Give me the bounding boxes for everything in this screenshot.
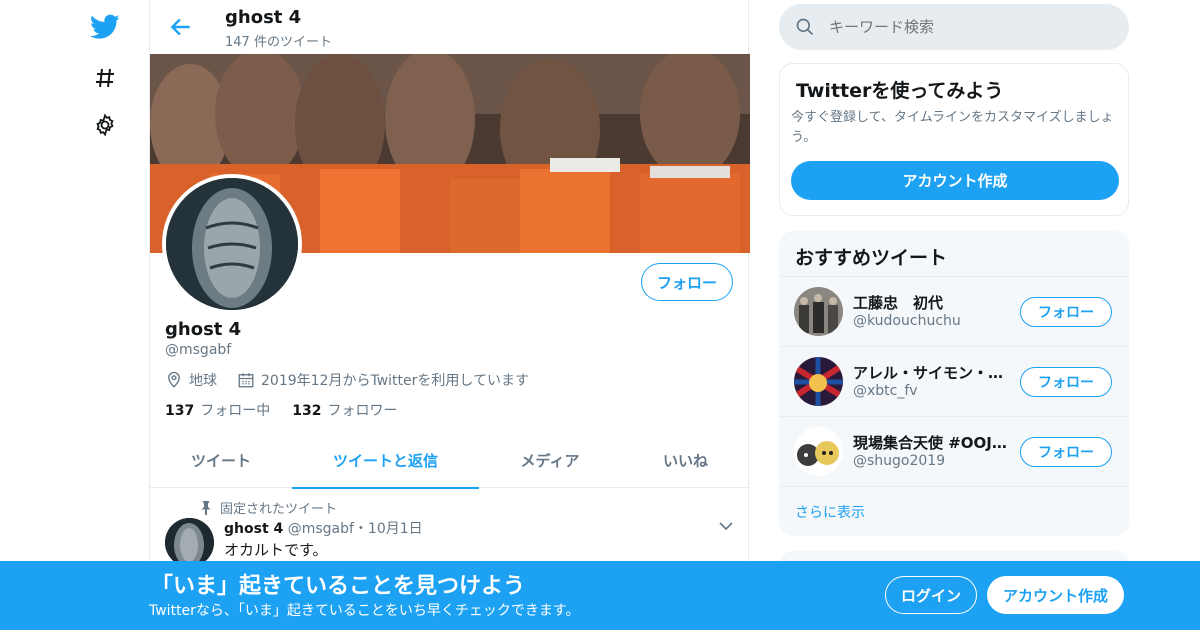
signup-banner-subtitle: Twitterなら、「いま」起きていることをいち早くチェックできます。: [149, 603, 580, 619]
pinned-label: 固定されたツイート: [220, 502, 338, 517]
profile-name: ghost 4: [165, 319, 242, 340]
following-count: 137: [165, 403, 195, 419]
back-arrow-icon[interactable]: [168, 14, 194, 40]
signup-banner: 「いま」起きていることを見つけよう Twitterなら、「いま」起きていることを…: [0, 561, 1200, 630]
profile-location: 地球: [189, 373, 217, 389]
hashtag-icon[interactable]: [90, 63, 120, 93]
tweet-author-avatar[interactable]: [165, 518, 214, 567]
list-item[interactable]: アレル・サイモン・ホワイト @xbtc_fv フォロー: [779, 346, 1129, 416]
profile-joined: 2019年12月からTwitterを利用しています: [261, 373, 529, 389]
recommended-handle: @xbtc_fv: [853, 383, 918, 399]
search-icon: [795, 17, 815, 37]
recommended-title: おすすめツイート: [795, 247, 948, 269]
followers-link[interactable]: 132 フォロワー: [292, 400, 397, 420]
recommended-handle: @shugo2019: [853, 453, 946, 469]
avatar[interactable]: [794, 287, 843, 336]
tweet-header: ghost 4 @msgabf・10月1日: [224, 518, 423, 538]
followers-label: フォロワー: [327, 403, 398, 419]
search-input[interactable]: [829, 18, 1089, 36]
following-link[interactable]: 137 フォロー中: [165, 400, 270, 420]
signup-banner-title: 「いま」起きていることを見つけよう: [151, 574, 526, 599]
twitter-logo-icon[interactable]: [90, 12, 120, 42]
profile-avatar[interactable]: [162, 174, 302, 314]
recommended-handle: @kudouchuchu: [853, 313, 961, 329]
followers-count: 132: [292, 403, 322, 419]
follow-button[interactable]: フォロー: [641, 263, 733, 301]
profile-meta: 地球 2019年12月からTwitterを利用しています: [165, 369, 529, 391]
right-sidebar: Twitterを使ってみよう 今すぐ登録して、タイムラインをカスタマイズしましょ…: [779, 0, 1129, 630]
following-label: フォロー中: [200, 403, 271, 419]
recommended-name[interactable]: 現場集合天使 #OOJ 配信中: [853, 432, 1009, 453]
location-icon: [165, 371, 189, 389]
tweet-text: オカルトです。: [224, 541, 328, 559]
list-item[interactable]: 現場集合天使 #OOJ 配信中 @shugo2019 フォロー: [779, 416, 1129, 486]
tweet-author-handle[interactable]: @msgabf: [288, 521, 354, 537]
tab-tweets-and-replies[interactable]: ツイートと返信: [292, 432, 479, 489]
signup-card: Twitterを使ってみよう 今すぐ登録して、タイムラインをカスタマイズしましょ…: [779, 63, 1129, 216]
avatar[interactable]: [794, 357, 843, 406]
signup-card-description: 今すぐ登録して、タイムラインをカスタマイズしましょう。: [791, 110, 1114, 145]
left-nav: [0, 0, 150, 630]
gear-icon[interactable]: [90, 110, 120, 140]
recommended-panel: おすすめツイート 工藤忠 初代 @kudouchuchu フォロー アレル・サイ…: [779, 231, 1129, 536]
tweet-author-name[interactable]: ghost 4: [224, 521, 283, 537]
follow-button[interactable]: フォロー: [1020, 437, 1112, 467]
profile-column: ghost 4 147 件のツイート フォロー ghost 4 @msgabf …: [149, 0, 750, 630]
tab-likes[interactable]: いいね: [621, 432, 750, 488]
login-button[interactable]: ログイン: [885, 576, 977, 614]
calendar-icon: [237, 371, 261, 389]
recommended-name[interactable]: アレル・サイモン・ホワイト: [853, 362, 1009, 383]
signup-button[interactable]: アカウント作成: [987, 576, 1124, 614]
search-box: [779, 4, 1129, 50]
follow-button[interactable]: フォロー: [1020, 367, 1112, 397]
chevron-down-icon[interactable]: [718, 518, 734, 538]
pinned-indicator: 固定されたツイート: [200, 498, 337, 517]
list-item[interactable]: 工藤忠 初代 @kudouchuchu フォロー: [779, 276, 1129, 346]
pin-icon: [200, 500, 212, 515]
recommended-name[interactable]: 工藤忠 初代: [853, 292, 1009, 313]
profile-tabs: ツイート ツイートと返信 メディア いいね: [150, 432, 750, 489]
profile-handle: @msgabf: [165, 342, 232, 358]
show-more-link[interactable]: さらに表示: [795, 502, 865, 522]
follow-counts: 137 フォロー中 132 フォロワー: [165, 400, 397, 420]
follow-button[interactable]: フォロー: [1020, 297, 1112, 327]
signup-card-title: Twitterを使ってみよう: [796, 80, 1004, 102]
header-title: ghost 4: [225, 7, 302, 28]
tab-media[interactable]: メディア: [479, 432, 621, 488]
tweet-count: 147 件のツイート: [225, 35, 332, 50]
create-account-button[interactable]: アカウント作成: [791, 161, 1119, 200]
tweet-date[interactable]: ・10月1日: [354, 521, 423, 537]
tab-tweets[interactable]: ツイート: [150, 432, 292, 488]
avatar[interactable]: [794, 427, 843, 476]
